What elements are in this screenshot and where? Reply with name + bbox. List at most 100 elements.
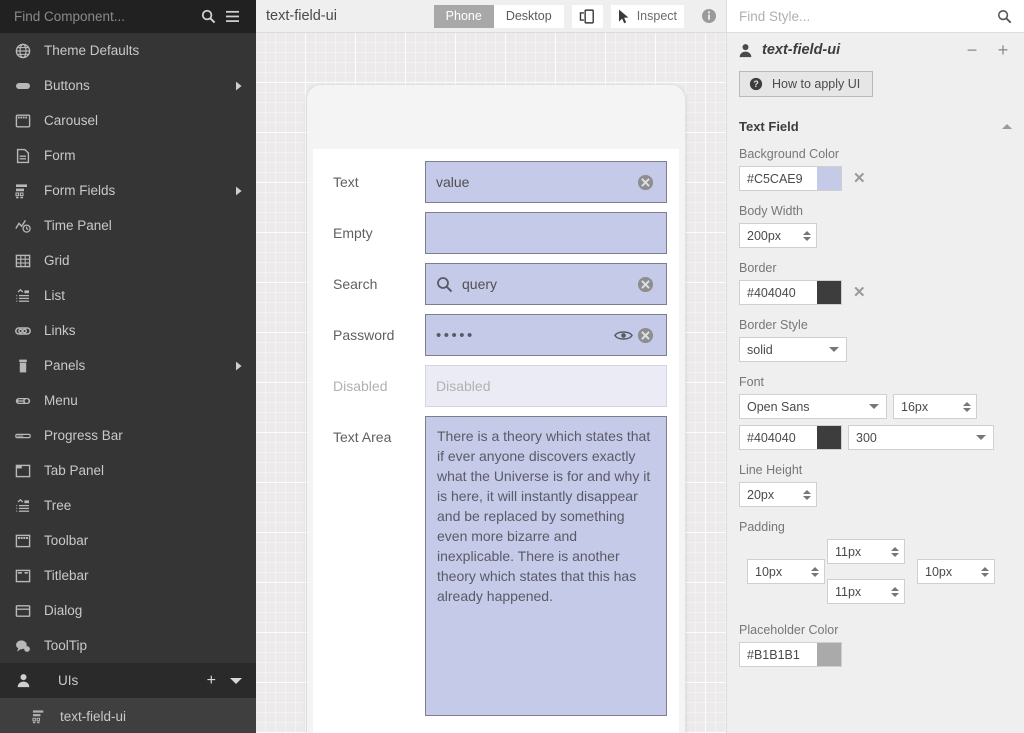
chevron-down-icon[interactable] xyxy=(230,677,242,684)
stepper-arrows-icon[interactable] xyxy=(963,401,971,412)
stepper-arrows-icon[interactable] xyxy=(803,230,811,241)
clear-x-icon[interactable]: ✕ xyxy=(853,171,866,186)
padding-right-input[interactable] xyxy=(925,564,981,579)
sidebar-item-tooltip[interactable]: ToolTip xyxy=(0,628,256,663)
padding-right-stepper[interactable] xyxy=(917,559,995,584)
chevron-right-icon[interactable] xyxy=(234,81,244,91)
tab-phone[interactable]: Phone xyxy=(433,4,494,28)
sidebar-item-label: text-field-ui xyxy=(60,708,127,724)
line-height-input[interactable] xyxy=(747,487,803,502)
form-icon xyxy=(10,146,36,166)
font-weight-select[interactable]: 300 xyxy=(848,425,994,450)
border-color-swatch[interactable] xyxy=(817,280,842,305)
padding-left-input[interactable] xyxy=(755,564,811,579)
progress-bar-icon xyxy=(10,426,36,446)
sidebar-item-uis[interactable]: UIs + xyxy=(0,663,256,698)
component-search-input[interactable] xyxy=(14,9,196,24)
body-width-input[interactable] xyxy=(747,228,803,243)
stepper-arrows-icon[interactable] xyxy=(891,586,899,597)
chevron-down-icon xyxy=(829,347,839,352)
phone-preview-frame: Text value Empty Search query Password ••••• Di… xyxy=(307,85,685,733)
sidebar-item-label: Tab Panel xyxy=(44,463,105,478)
form-row-disabled: Disabled Disabled xyxy=(313,365,679,416)
inspect-button[interactable]: Inspect xyxy=(610,4,684,28)
chevron-right-icon[interactable] xyxy=(234,186,244,196)
field-label: Search xyxy=(333,276,378,292)
field-label: Password xyxy=(333,327,395,343)
font-color-swatch[interactable] xyxy=(817,425,842,450)
clear-circle-icon[interactable] xyxy=(634,327,656,344)
padding-bottom-input[interactable] xyxy=(835,584,891,599)
search-text-field[interactable]: query xyxy=(425,263,667,305)
sidebar-item-progress-bar[interactable]: Progress Bar xyxy=(0,418,256,453)
style-search-bar xyxy=(727,0,1024,33)
sidebar-item-list[interactable]: List xyxy=(0,278,256,313)
style-search-input[interactable] xyxy=(739,8,997,24)
stepper-arrows-icon[interactable] xyxy=(981,566,989,577)
sidebar-item-menu[interactable]: Menu xyxy=(0,383,256,418)
how-to-apply-ui-button[interactable]: ? How to apply UI xyxy=(739,71,874,97)
clear-x-icon[interactable]: ✕ xyxy=(853,285,866,300)
font-size-input[interactable] xyxy=(901,399,963,414)
sidebar-item-grid[interactable]: Grid xyxy=(0,243,256,278)
sidebar-item-form-fields[interactable]: Form Fields xyxy=(0,173,256,208)
empty-text-field[interactable] xyxy=(425,212,667,254)
font-color-input[interactable] xyxy=(739,425,817,450)
text-field-section-header[interactable]: Text Field xyxy=(739,119,1012,134)
caret-up-icon[interactable] xyxy=(1002,124,1012,129)
font-family-select[interactable]: Open Sans xyxy=(739,394,887,419)
hamburger-icon[interactable] xyxy=(220,10,244,23)
cursor-arrow-icon xyxy=(618,9,630,24)
sidebar-item-text-field-ui[interactable]: text-field-ui xyxy=(0,698,256,733)
clear-circle-icon[interactable] xyxy=(634,174,656,191)
sidebar-item-tree[interactable]: Tree xyxy=(0,488,256,523)
sidebar-item-theme-defaults[interactable]: Theme Defaults xyxy=(0,33,256,68)
padding-bottom-stepper[interactable] xyxy=(827,579,905,604)
expand-all-button[interactable]: + xyxy=(992,41,1014,59)
design-canvas[interactable]: Text value Empty Search query Password ••••• Di… xyxy=(256,33,726,733)
sidebar-item-titlebar[interactable]: Titlebar xyxy=(0,558,256,593)
placeholder-color-swatch[interactable] xyxy=(817,642,842,667)
font-size-stepper[interactable] xyxy=(893,394,977,419)
chevron-right-icon[interactable] xyxy=(234,361,244,371)
padding-top-stepper[interactable] xyxy=(827,539,905,564)
line-height-stepper[interactable] xyxy=(739,482,817,507)
sidebar-item-time-panel[interactable]: Time Panel xyxy=(0,208,256,243)
border-color-input[interactable] xyxy=(739,280,817,305)
background-color-input[interactable] xyxy=(739,166,817,191)
sidebar-item-buttons[interactable]: Buttons xyxy=(0,68,256,103)
border-style-select[interactable]: solid xyxy=(739,337,847,362)
eye-icon[interactable] xyxy=(612,329,634,342)
form-row-text-area: Text Area There is a theory which states … xyxy=(313,416,679,725)
placeholder-color-input[interactable] xyxy=(739,642,817,667)
device-rotate-button[interactable] xyxy=(571,4,603,28)
collapse-all-button[interactable]: − xyxy=(961,41,983,59)
sidebar-item-links[interactable]: Links xyxy=(0,313,256,348)
sidebar-item-dialog[interactable]: Dialog xyxy=(0,593,256,628)
info-icon[interactable] xyxy=(692,8,726,24)
sidebar-item-panels[interactable]: Panels xyxy=(0,348,256,383)
sidebar-item-carousel[interactable]: Carousel xyxy=(0,103,256,138)
background-color-swatch[interactable] xyxy=(817,166,842,191)
tab-desktop[interactable]: Desktop xyxy=(493,4,564,28)
sidebar-item-toolbar[interactable]: Toolbar xyxy=(0,523,256,558)
placeholder-color-input-group xyxy=(739,642,1012,667)
stepper-arrows-icon[interactable] xyxy=(803,489,811,500)
border-style-value: solid xyxy=(747,342,773,357)
search-icon[interactable] xyxy=(997,9,1012,24)
search-icon[interactable] xyxy=(196,9,220,24)
password-text-field[interactable]: ••••• xyxy=(425,314,667,356)
stepper-arrows-icon[interactable] xyxy=(811,566,819,577)
add-ui-button[interactable]: + xyxy=(207,672,216,689)
padding-left-stepper[interactable] xyxy=(747,559,825,584)
text-text-field[interactable]: value xyxy=(425,161,667,203)
clear-circle-icon[interactable] xyxy=(634,276,656,293)
sidebar-item-form[interactable]: Form xyxy=(0,138,256,173)
body-width-stepper[interactable] xyxy=(739,223,817,248)
grid-icon xyxy=(10,251,36,271)
padding-top-input[interactable] xyxy=(835,544,891,559)
stepper-arrows-icon[interactable] xyxy=(891,546,899,557)
text-area-field[interactable]: There is a theory which states that if e… xyxy=(425,416,667,716)
sidebar-item-tab-panel[interactable]: Tab Panel xyxy=(0,453,256,488)
field-padding: Padding xyxy=(739,520,1012,605)
